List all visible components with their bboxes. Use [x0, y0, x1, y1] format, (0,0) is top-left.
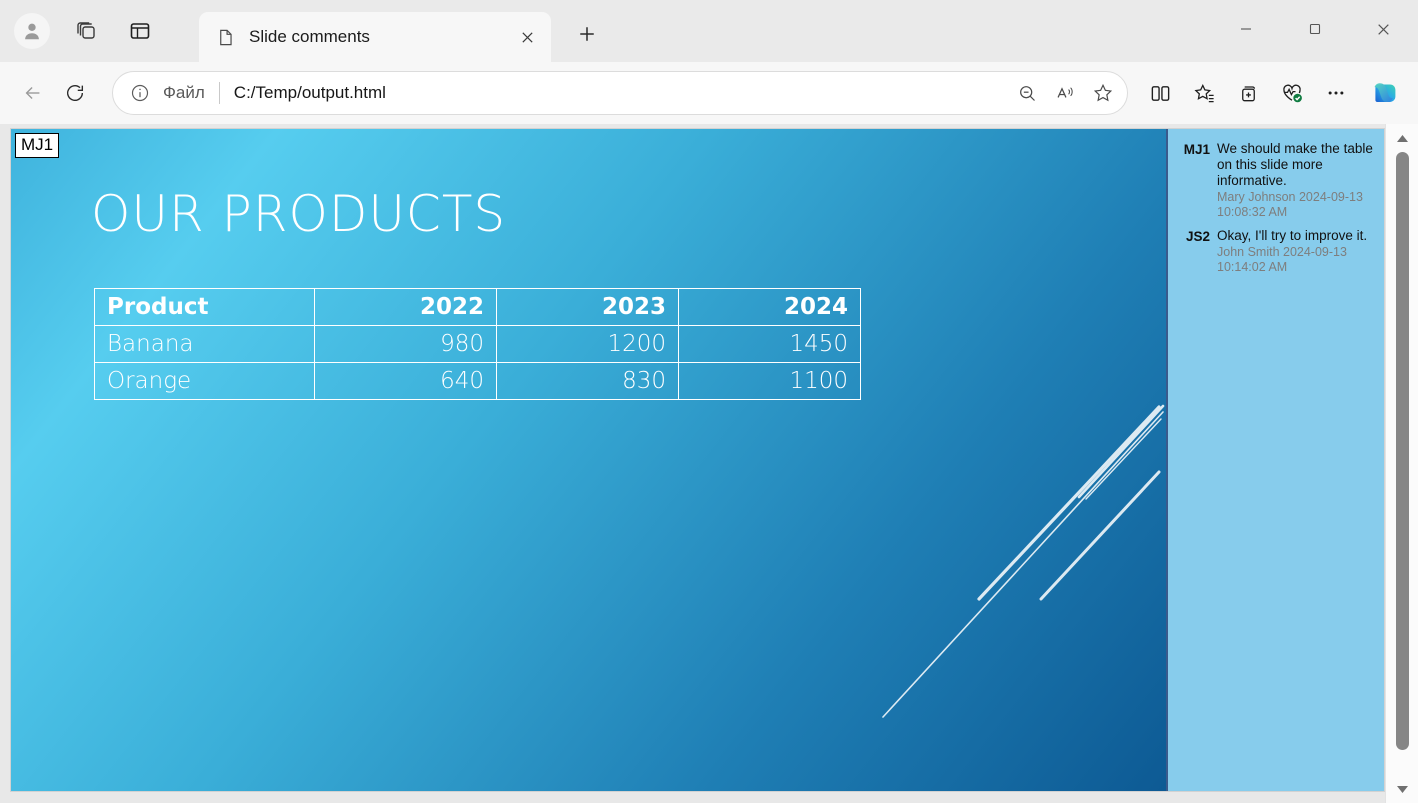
workspaces-glyph — [74, 19, 98, 43]
zoom-out-icon[interactable] — [1009, 75, 1045, 111]
browser-window: Slide comments — [0, 0, 1418, 803]
collections-glyph — [1237, 82, 1260, 105]
table-header-row: Product 2022 2023 2024 — [95, 289, 861, 326]
table-cell-product: Banana — [95, 326, 315, 363]
minimize-button[interactable] — [1211, 0, 1280, 58]
comment-item[interactable]: MJ1 We should make the table on this sli… — [1176, 141, 1376, 219]
table-cell-value: 830 — [497, 363, 679, 400]
page-glyph — [216, 28, 235, 47]
person-icon — [21, 20, 43, 42]
table-cell-value: 1450 — [679, 326, 861, 363]
table-row: Banana 980 1200 1450 — [95, 326, 861, 363]
tab-actions-icon[interactable] — [120, 11, 160, 51]
comment-text: Okay, I'll try to improve it. — [1217, 228, 1376, 244]
info-icon[interactable] — [127, 80, 153, 106]
new-tab-button[interactable] — [568, 15, 606, 53]
page-viewport: MJ1 OUR PRODUCTS Product 2022 2023 2024 — [0, 124, 1418, 803]
tab-strip: Slide comments — [0, 0, 1418, 62]
window-controls — [1211, 0, 1418, 58]
plus-icon — [578, 25, 596, 43]
tabstrip-left-icons — [0, 0, 160, 62]
table-row: Orange 640 830 1100 — [95, 363, 861, 400]
table-cell-value: 1100 — [679, 363, 861, 400]
star-glyph — [1092, 82, 1114, 104]
scrollbar-thumb[interactable] — [1396, 152, 1409, 750]
workspaces-icon[interactable] — [66, 11, 106, 51]
back-arrow-icon — [22, 82, 44, 104]
comment-item[interactable]: JS2 Okay, I'll try to improve it. John S… — [1176, 228, 1376, 274]
table-header-cell: Product — [95, 289, 315, 326]
slide-and-comments-container: MJ1 OUR PRODUCTS Product 2022 2023 2024 — [10, 128, 1385, 792]
table-header-cell: 2022 — [315, 289, 497, 326]
back-button[interactable] — [12, 72, 54, 114]
refresh-icon — [64, 82, 86, 104]
products-table-body: Product 2022 2023 2024 Banana 980 1200 1… — [95, 289, 861, 400]
address-separator — [219, 82, 220, 104]
comment-text: We should make the table on this slide m… — [1217, 141, 1376, 189]
magnifier-minus-glyph — [1017, 83, 1038, 104]
read-aloud-icon[interactable] — [1047, 75, 1083, 111]
browser-tab[interactable]: Slide comments — [199, 12, 551, 62]
address-bar-actions — [1009, 75, 1121, 111]
copilot-button[interactable] — [1366, 73, 1406, 113]
address-url-text[interactable]: C:/Temp/output.html — [234, 83, 1009, 103]
collections-icon[interactable] — [1228, 73, 1268, 113]
split-pane-glyph — [128, 19, 152, 43]
info-glyph — [130, 83, 150, 103]
close-window-button[interactable] — [1349, 0, 1418, 58]
browser-essentials-icon[interactable] — [1272, 73, 1312, 113]
scroll-up-button[interactable] — [1386, 127, 1418, 149]
comment-initials: MJ1 — [1176, 141, 1210, 219]
browser-toolbar: Файл C:/Temp/output.html — [0, 62, 1418, 124]
rendered-page: MJ1 OUR PRODUCTS Product 2022 2023 2024 — [0, 124, 1385, 803]
refresh-button[interactable] — [54, 72, 96, 114]
chevron-down-icon — [1396, 785, 1409, 794]
scroll-down-button[interactable] — [1386, 778, 1418, 800]
scrollbar-track[interactable] — [1386, 149, 1418, 778]
favorites-glyph — [1193, 82, 1216, 105]
close-glyph — [520, 30, 535, 45]
presentation-slide: MJ1 OUR PRODUCTS Product 2022 2023 2024 — [11, 129, 1166, 791]
table-cell-product: Orange — [95, 363, 315, 400]
vertical-scrollbar[interactable] — [1385, 124, 1418, 803]
comment-meta: John Smith 2024-09-13 10:14:02 AM — [1217, 245, 1376, 275]
comment-body: Okay, I'll try to improve it. John Smith… — [1217, 228, 1376, 274]
table-header-cell: 2023 — [497, 289, 679, 326]
toolbar-right-buttons — [1140, 73, 1406, 113]
minimize-icon — [1239, 22, 1253, 36]
split-screen-glyph — [1149, 82, 1172, 105]
copilot-icon — [1368, 75, 1404, 111]
tab-title: Slide comments — [249, 27, 513, 47]
products-table: Product 2022 2023 2024 Banana 980 1200 1… — [94, 288, 861, 400]
comment-meta: Mary Johnson 2024-09-13 10:08:32 AM — [1217, 190, 1376, 220]
avatar — [14, 13, 50, 49]
slide-comment-anchor[interactable]: MJ1 — [15, 133, 59, 158]
comment-initials: JS2 — [1176, 228, 1210, 274]
settings-more-icon[interactable] — [1316, 73, 1356, 113]
maximize-icon — [1308, 22, 1322, 36]
comment-body: We should make the table on this slide m… — [1217, 141, 1376, 219]
chevron-up-icon — [1396, 134, 1409, 143]
table-cell-value: 1200 — [497, 326, 679, 363]
profile-avatar[interactable] — [12, 11, 52, 51]
read-aloud-glyph — [1055, 83, 1076, 104]
ellipsis-glyph — [1325, 82, 1347, 104]
address-bar[interactable]: Файл C:/Temp/output.html — [112, 71, 1128, 115]
favorites-icon[interactable] — [1184, 73, 1224, 113]
table-cell-value: 980 — [315, 326, 497, 363]
browser-essentials-glyph — [1280, 81, 1304, 105]
split-screen-icon[interactable] — [1140, 73, 1180, 113]
slide-title: OUR PRODUCTS — [91, 185, 506, 243]
comments-panel: MJ1 We should make the table on this sli… — [1166, 129, 1384, 791]
table-cell-value: 640 — [315, 363, 497, 400]
close-icon[interactable] — [513, 23, 541, 51]
table-header-cell: 2024 — [679, 289, 861, 326]
document-icon — [215, 27, 235, 47]
close-window-icon — [1376, 22, 1391, 37]
maximize-button[interactable] — [1280, 0, 1349, 58]
favorite-star-icon[interactable] — [1085, 75, 1121, 111]
address-scheme-label: Файл — [163, 83, 205, 103]
